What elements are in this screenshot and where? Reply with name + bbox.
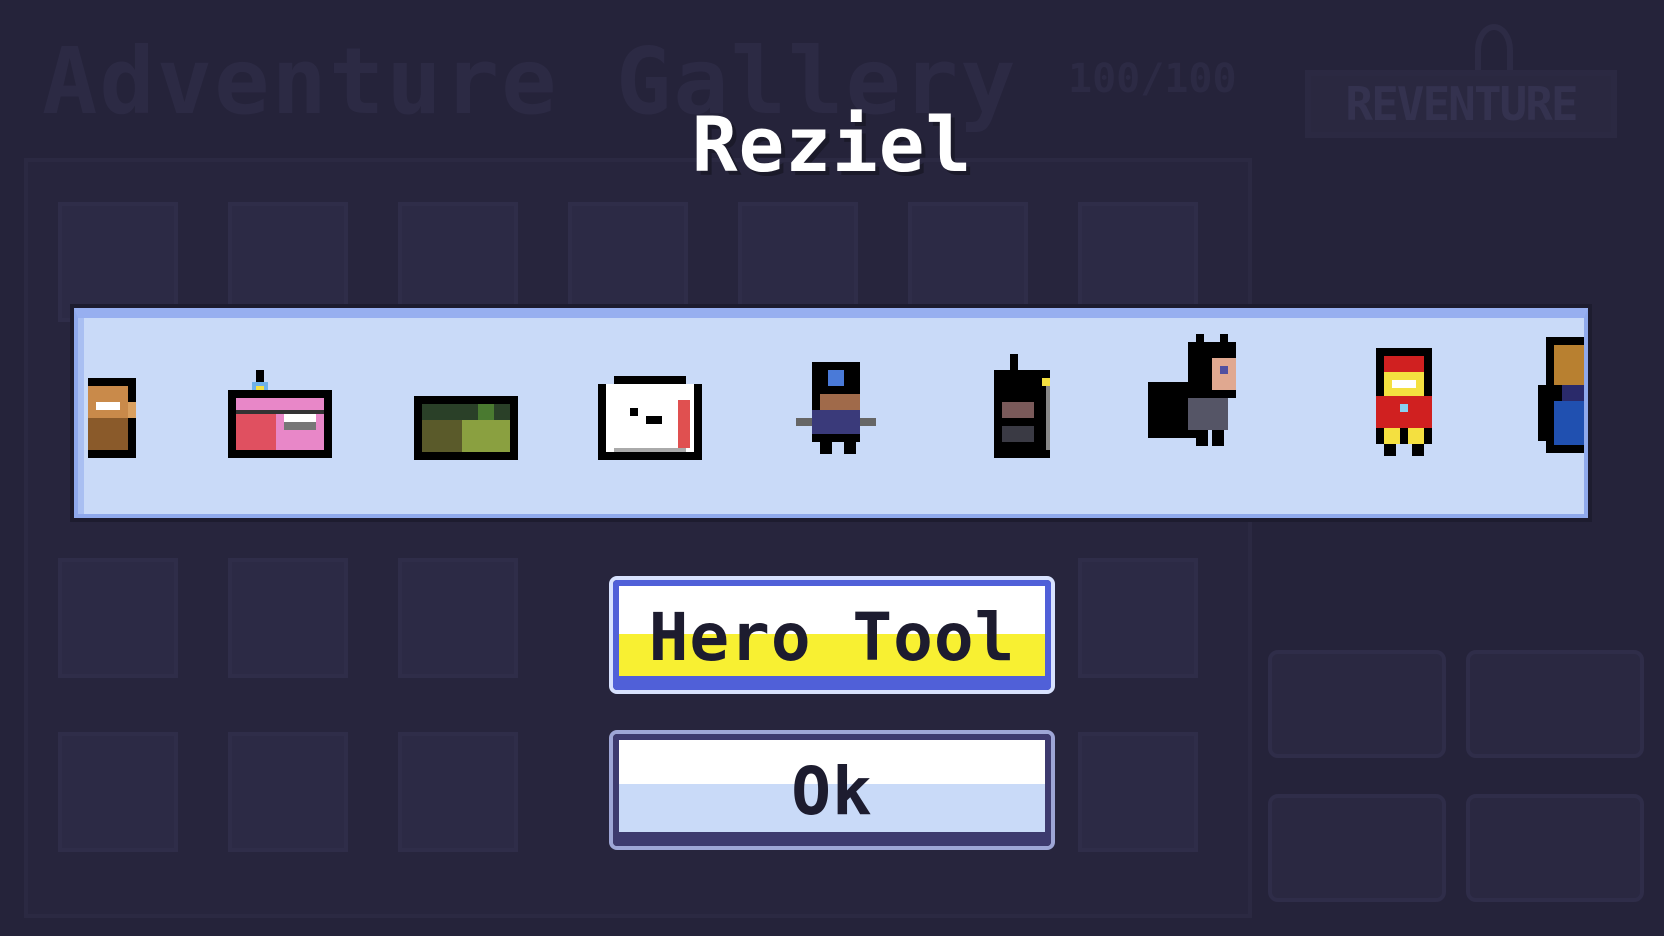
hero-tool-button[interactable]: Hero Tool [613,580,1051,690]
gallery-cell [908,202,1028,322]
gallery-cell [58,202,178,322]
gallery-cell [58,732,178,852]
hero-sprite-carousel[interactable] [74,308,1588,518]
hero-name-title: Reziel [691,100,973,189]
bearded-hero-sprite-icon[interactable] [88,378,144,458]
settings-button-bg [1466,650,1644,758]
gallery-cell [398,202,518,322]
gallery-cell [58,558,178,678]
gallery-cell [1078,558,1198,678]
controller-button-bg [1466,794,1644,902]
gallery-cell [738,202,858,322]
gallery-cell [398,732,518,852]
gallery-counter: 100/100 [1068,56,1237,102]
gallery-cell [228,732,348,852]
gallery-cell [398,558,518,678]
red-gold-armor-hero-sprite-icon[interactable] [1368,348,1440,456]
ok-button[interactable]: Ok [613,734,1051,846]
wizard-hero-sprite-icon[interactable] [1538,336,1584,454]
ghost-block-sprite-icon[interactable] [598,376,702,460]
menu-button-bg [1268,650,1446,758]
gallery-cell [568,202,688,322]
gallery-cell [228,202,348,322]
pink-chest-sprite-icon[interactable] [228,370,332,458]
dark-knight-sprite-icon[interactable] [986,354,1058,458]
gallery-cell [1078,202,1198,322]
green-box-sprite-icon[interactable] [414,396,518,460]
gallery-cell [228,558,348,678]
play-button-bg [1268,794,1446,902]
bat-caped-hero-sprite-icon[interactable] [1148,334,1244,446]
gallery-cell [1078,732,1198,852]
ninja-hero-sprite-icon[interactable] [796,362,880,454]
logo-hilt-icon [1475,24,1513,76]
